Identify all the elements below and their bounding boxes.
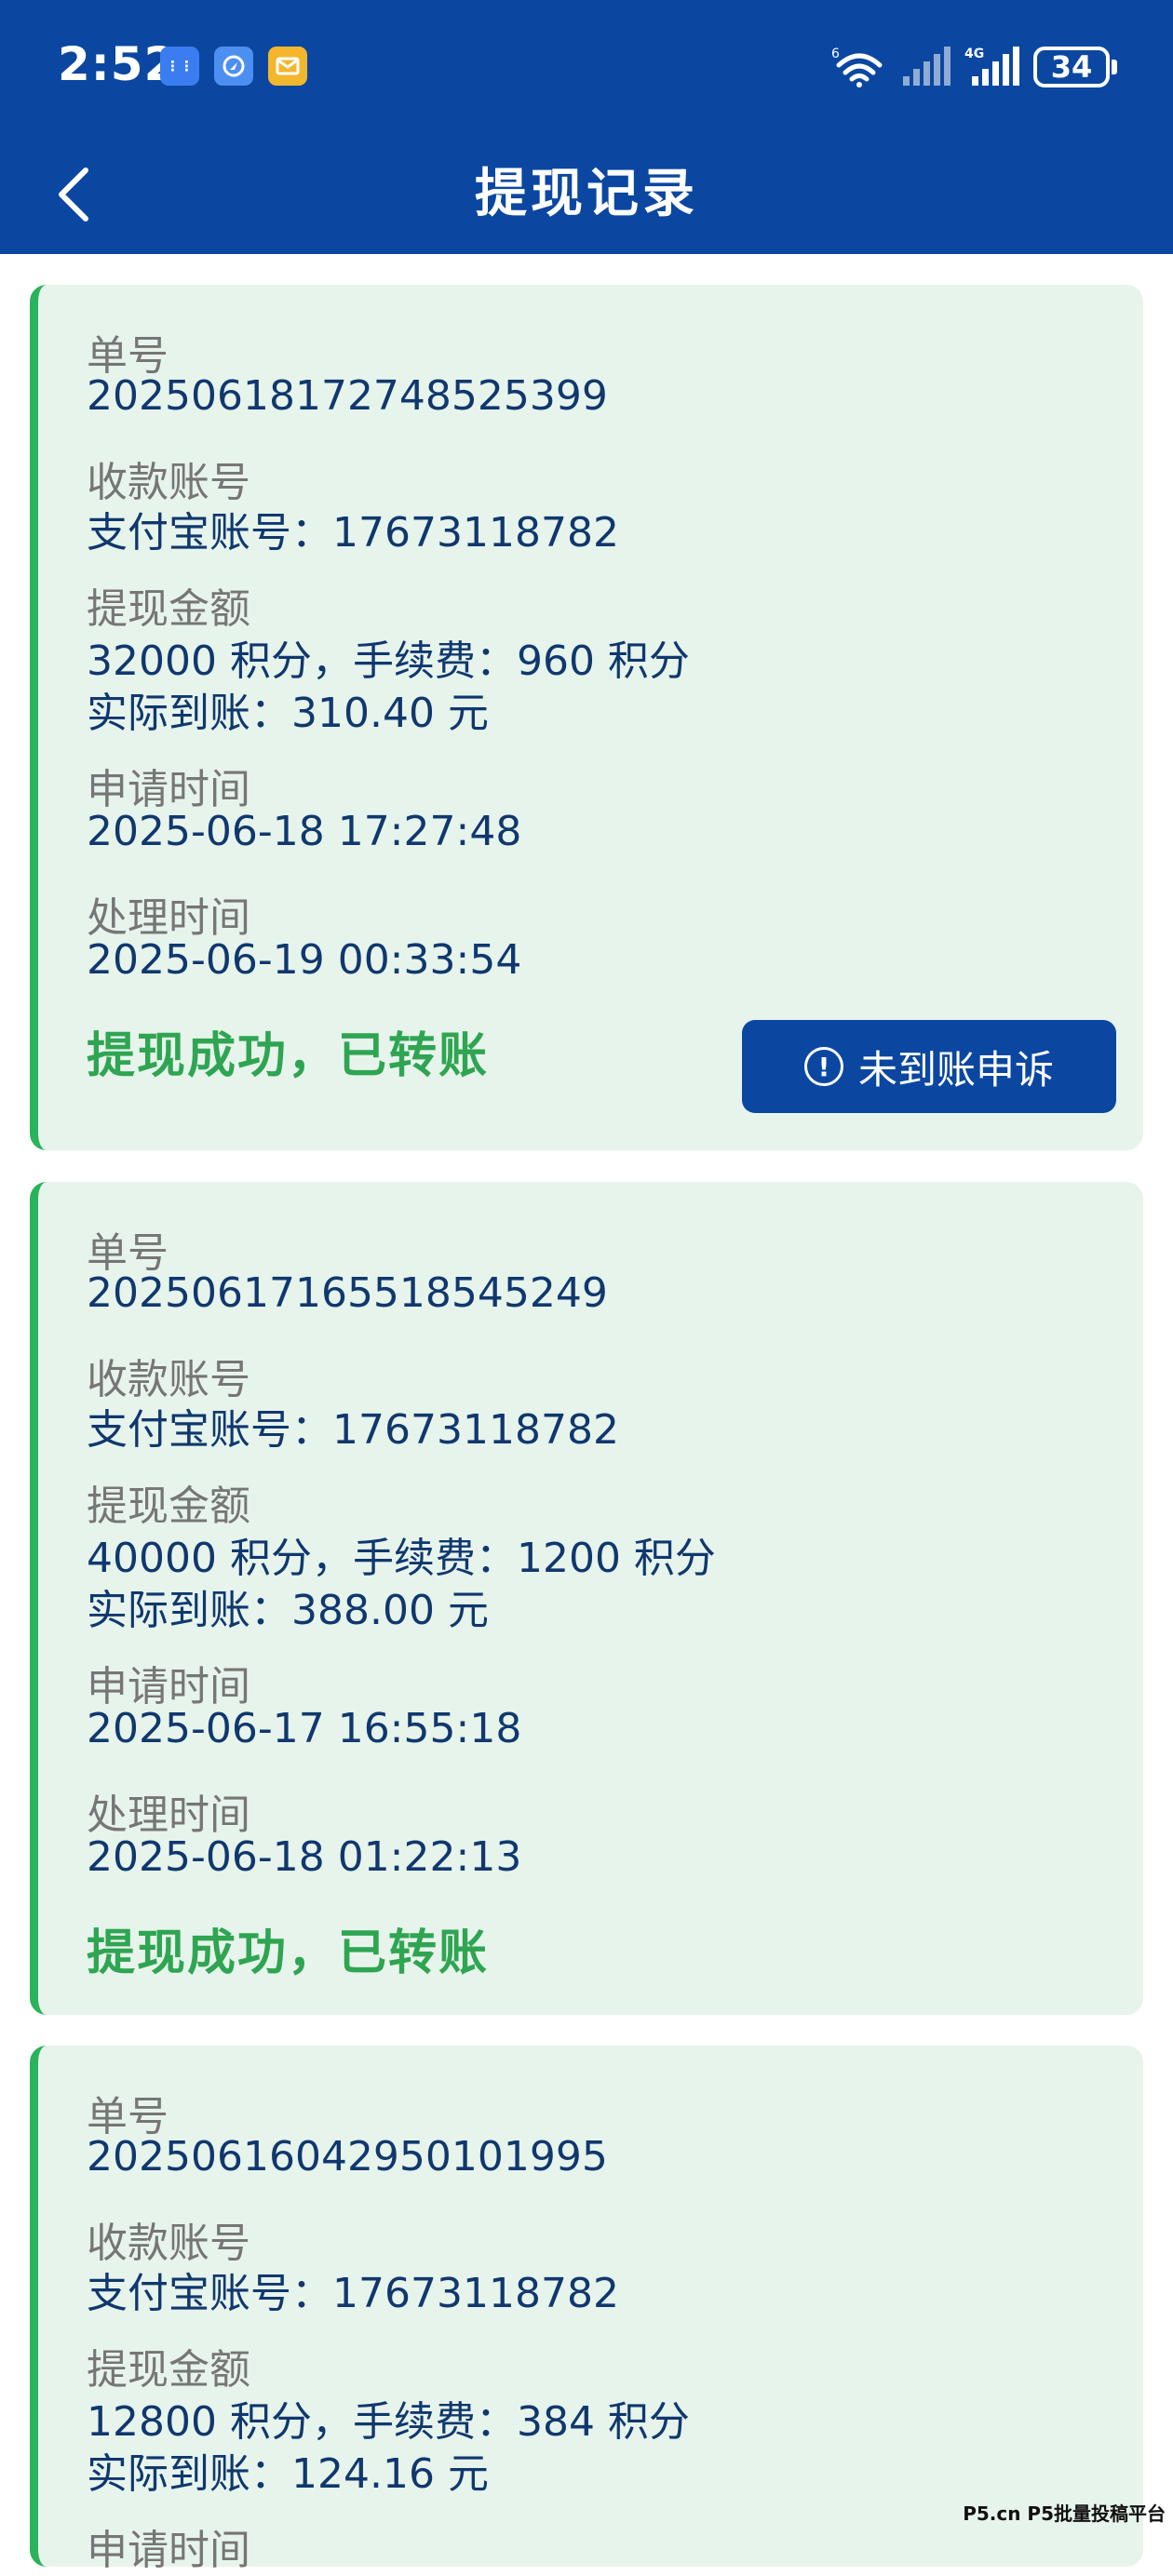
process-time-label: 处理时间 (87, 1781, 250, 1841)
amount-label: 提现金额 (87, 1472, 250, 1532)
apply-time-label: 申请时间 (87, 1653, 250, 1712)
apply-time-value: 2025-06-18 17:27:48 (87, 808, 521, 855)
record-card: 单号 20250618172748525399 收款账号 支付宝账号：17673… (30, 285, 1143, 1150)
received-value: 实际到账：388.00 元 (87, 1576, 489, 1636)
status-bar: 2:52 ⋮⋮ 6 4G 34 (0, 0, 1173, 135)
process-time-value: 2025-06-19 00:33:54 (87, 936, 521, 984)
appeal-button-label: 未到账申诉 (858, 1039, 1054, 1095)
page-title: 提现记录 (0, 135, 1173, 254)
process-time-label: 处理时间 (87, 884, 250, 944)
amount-value: 32000 积分，手续费：960 积分 (87, 627, 690, 687)
account-value: 支付宝账号：17673118782 (87, 1396, 619, 1456)
wifi-label: 6 (831, 47, 840, 61)
record-card: 单号 20250616042950101995 收款账号 支付宝账号：17673… (30, 2046, 1143, 2567)
amount-label: 提现金额 (87, 2336, 250, 2395)
network-label: 4G (964, 47, 984, 61)
back-button[interactable] (37, 157, 112, 232)
apply-time-label: 申请时间 (87, 2516, 250, 2576)
apply-time-label: 申请时间 (87, 756, 250, 815)
received-value: 实际到账：124.16 元 (87, 2440, 489, 2500)
amount-value: 12800 积分，手续费：384 积分 (87, 2388, 690, 2448)
alert-circle-icon: ! (804, 1047, 843, 1086)
battery-level: 34 (1051, 49, 1093, 85)
status-text: 提现成功，已转账 (87, 1016, 489, 1086)
order-no-value: 20250618172748525399 (87, 372, 608, 420)
nav-bar: 提现记录 (0, 135, 1173, 254)
order-no-value: 20250616042950101995 (87, 2133, 608, 2180)
process-time-value: 2025-06-18 01:22:13 (87, 1833, 521, 1881)
order-no-value: 20250617165518545249 (87, 1269, 608, 1317)
signal-icon-1 (901, 45, 951, 87)
watermark: P5.cn P5批量投稿平台 (963, 2499, 1166, 2526)
account-value: 支付宝账号：17673118782 (87, 499, 619, 558)
battery-icon: 34 (1033, 47, 1110, 87)
apply-time-value: 2025-06-17 16:55:18 (87, 1705, 521, 1752)
amount-value: 40000 积分，手续费：1200 积分 (87, 1524, 716, 1584)
status-text: 提现成功，已转账 (87, 1913, 489, 1983)
signal-icon-2: 4G (964, 45, 1020, 87)
account-value: 支付宝账号：17673118782 (87, 2260, 619, 2319)
received-value: 实际到账：310.40 元 (87, 679, 489, 739)
app-icon-1: ⋮⋮ (160, 47, 199, 86)
app-icon-2 (214, 47, 253, 86)
wifi-icon: 6 (831, 45, 885, 87)
chevron-left-icon (54, 165, 95, 224)
mail-icon (268, 47, 307, 86)
record-card: 单号 20250617165518545249 收款账号 支付宝账号：17673… (30, 1182, 1143, 2015)
appeal-button[interactable]: ! 未到账申诉 (742, 1020, 1116, 1113)
amount-label: 提现金额 (87, 575, 250, 635)
